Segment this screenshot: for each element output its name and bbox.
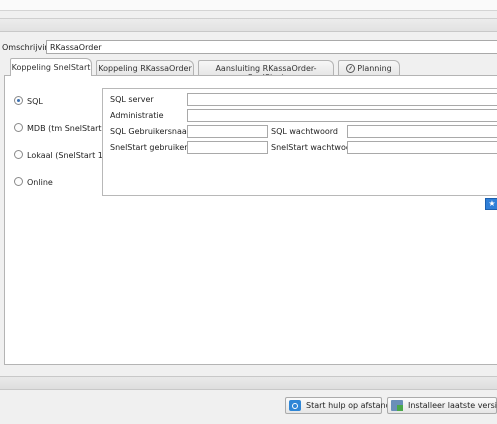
sql-password-input[interactable] [347, 125, 497, 138]
sql-password-label: SQL wachtwoord [271, 127, 338, 136]
administratie-label: Administratie [110, 111, 164, 120]
tab-planning[interactable]: Planning [338, 60, 400, 76]
tab-panel: SQL MDB (tm SnelStart 11 Lokaal (SnelSta… [4, 75, 497, 365]
radio-indicator [14, 123, 23, 132]
sql-user-input[interactable] [187, 125, 268, 138]
snelstart-password-label: SnelStart wachtwoord [271, 143, 359, 152]
remote-help-label: Start hulp op afstand [306, 401, 391, 410]
tab-koppeling-rkassaorder[interactable]: Koppeling RKassaOrder [96, 60, 194, 76]
tab-koppeling-snelstart[interactable]: Koppeling SnelStart [10, 58, 92, 76]
top-spacer [0, 11, 497, 18]
top-bar [0, 0, 497, 11]
status-strip [0, 376, 497, 390]
star-icon[interactable]: ★ [485, 198, 497, 210]
snelstart-user-label: SnelStart gebruiker [110, 143, 188, 152]
radio-indicator [14, 96, 23, 105]
radio-label: SQL [27, 97, 43, 106]
radio-label: Online [27, 178, 53, 187]
install-latest-button[interactable]: Installeer laatste versie [387, 397, 497, 414]
snelstart-user-input[interactable] [187, 141, 268, 154]
description-row: Omschrijving RKassaOrder [0, 40, 497, 54]
radio-indicator [14, 177, 23, 186]
sql-server-label: SQL server [110, 95, 154, 104]
sql-server-input[interactable] [187, 93, 497, 106]
remote-help-icon [289, 400, 301, 411]
remote-help-button[interactable]: Start hulp op afstand [285, 397, 391, 414]
install-latest-label: Installeer laatste versie [408, 401, 497, 410]
snelstart-password-input[interactable] [347, 141, 497, 154]
clock-icon [346, 64, 356, 73]
toolbar-strip [0, 18, 497, 32]
tab-strip: Koppeling SnelStart Koppeling RKassaOrde… [4, 58, 497, 82]
radio-label: Lokaal (SnelStart 12) [27, 151, 112, 160]
tab-aansluiting[interactable]: Aansluiting RKassaOrder-SnelStart [198, 60, 334, 82]
tab-label: Planning [357, 64, 392, 73]
administratie-input[interactable] [187, 109, 497, 122]
tab-label: Koppeling SnelStart [11, 63, 91, 72]
description-input[interactable]: RKassaOrder [46, 40, 497, 54]
install-icon [391, 400, 403, 411]
radio-indicator [14, 150, 23, 159]
tab-label: Koppeling RKassaOrder [98, 64, 192, 73]
sql-user-label: SQL Gebruikersnaam [110, 127, 195, 136]
connection-settings-group: SQL server Administratie SQL Gebruikersn… [102, 88, 497, 196]
